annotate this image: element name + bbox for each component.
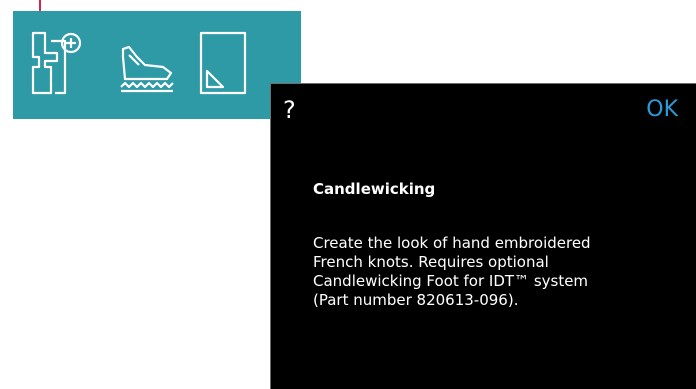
dialog-body: Create the look of hand embroidered Fren… bbox=[313, 234, 673, 310]
toolbar bbox=[13, 11, 301, 119]
dialog-body-line: Create the look of hand embroidered bbox=[313, 234, 591, 252]
help-icon: ? bbox=[283, 96, 296, 124]
fabric-corner-button[interactable] bbox=[193, 27, 253, 99]
ok-button[interactable]: OK bbox=[646, 96, 678, 124]
presser-foot-button[interactable] bbox=[117, 27, 177, 99]
help-dialog: ? OK Candlewicking Create the look of ha… bbox=[270, 83, 696, 389]
presser-foot-icon bbox=[115, 27, 179, 99]
dialog-title: Candlewicking bbox=[313, 180, 436, 198]
presser-foot-add-button[interactable] bbox=[27, 27, 87, 99]
fabric-corner-icon bbox=[195, 27, 251, 99]
dialog-body-line: (Part number 820613-096). bbox=[313, 291, 519, 309]
dialog-body-line: French knots. Requires optional bbox=[313, 253, 549, 271]
presser-foot-add-icon bbox=[27, 27, 87, 99]
dialog-body-line: Candlewicking Foot for IDT™ system bbox=[313, 272, 589, 290]
